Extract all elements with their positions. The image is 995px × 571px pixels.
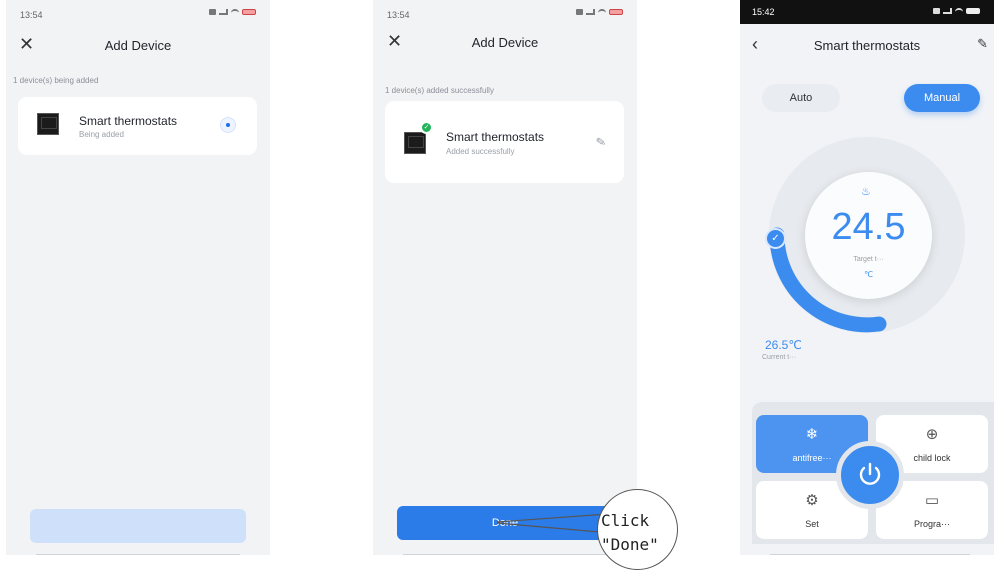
snowflake-icon: ❄ bbox=[805, 426, 819, 443]
edit-icon[interactable]: ✎ bbox=[977, 36, 988, 52]
lock-icon: ⊕ bbox=[925, 426, 939, 443]
status-time: 15:42 bbox=[752, 7, 775, 17]
power-icon bbox=[859, 462, 881, 485]
set-label: Set bbox=[805, 519, 819, 529]
mode-manual-button[interactable]: Manual bbox=[904, 84, 980, 112]
status-icons bbox=[933, 8, 980, 14]
mode-auto-button[interactable]: Auto bbox=[762, 84, 840, 112]
target-temperature: 24.5 bbox=[831, 206, 906, 248]
power-button[interactable] bbox=[836, 441, 904, 509]
current-temperature-label: Current t··· bbox=[762, 354, 797, 361]
callout-text: Click "Done" bbox=[601, 511, 659, 554]
target-temperature-label: Target t··· bbox=[853, 256, 884, 263]
home-indicator bbox=[770, 554, 970, 555]
page-title: Smart thermostats bbox=[813, 38, 921, 53]
dial-knob-check-icon[interactable]: ✓ bbox=[765, 228, 786, 249]
program-label: Progra··· bbox=[913, 519, 950, 529]
phone-screen-thermostat: 15:42 ‹ Smart thermostats ✎ Auto Manual … bbox=[740, 0, 994, 555]
temperature-unit: ℃ bbox=[864, 270, 873, 279]
flame-icon: ♨ bbox=[861, 186, 871, 198]
current-temperature: 26.5℃ bbox=[765, 338, 802, 352]
status-bar: 15:42 bbox=[740, 0, 994, 24]
